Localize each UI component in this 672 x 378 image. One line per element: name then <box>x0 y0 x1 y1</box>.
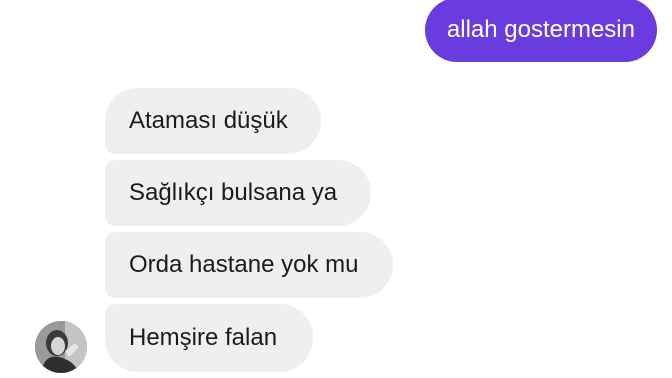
received-message-bubble[interactable]: Hemşire falan <box>105 304 313 372</box>
received-message-bubble[interactable]: Orda hastane yok mu <box>105 232 393 298</box>
received-message-bubble[interactable]: Sağlıkçı bulsana ya <box>105 160 371 226</box>
message-text: Ataması düşük <box>129 107 288 134</box>
contact-avatar[interactable] <box>35 321 87 373</box>
avatar-photo-icon <box>35 321 87 373</box>
message-text: Orda hastane yok mu <box>129 251 359 278</box>
chat-thread: allah gostermesin Ataması düşük Sağlıkçı… <box>0 0 672 378</box>
received-message-bubble[interactable]: Ataması düşük <box>105 88 321 154</box>
sent-message-bubble[interactable]: allah gostermesin <box>424 0 657 62</box>
message-text: allah gostermesin <box>446 16 635 43</box>
message-text: Hemşire falan <box>129 324 278 351</box>
message-text: Sağlıkçı bulsana ya <box>129 179 338 206</box>
